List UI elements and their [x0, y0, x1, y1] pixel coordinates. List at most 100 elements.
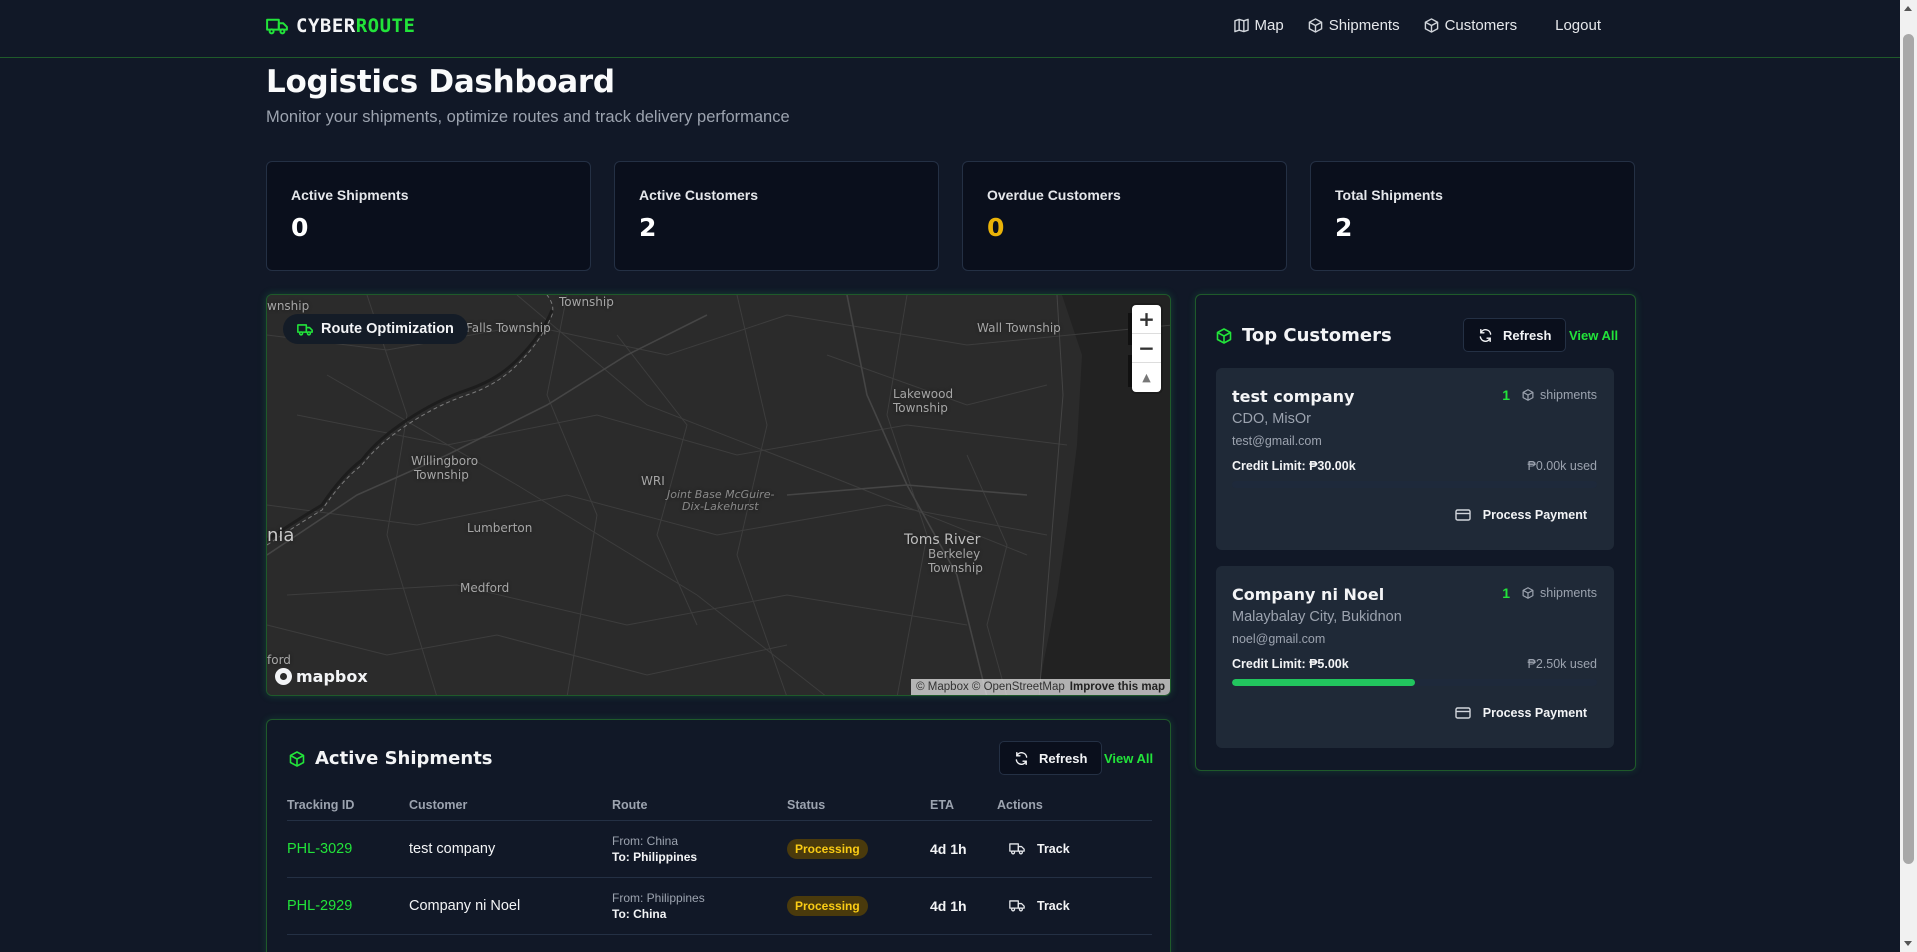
- customers-view-all-link[interactable]: View All: [1569, 328, 1618, 343]
- nav-link-label: Customers: [1444, 17, 1518, 34]
- nav-link-customers[interactable]: Customers: [1424, 17, 1518, 34]
- map-place-label: Falls Township: [466, 321, 551, 335]
- process-payment-button[interactable]: Process Payment: [1455, 508, 1587, 522]
- stat-label: Total Shipments: [1335, 187, 1443, 203]
- scroll-down-arrow-icon[interactable]: [1904, 941, 1912, 946]
- map-place-label: Medford: [460, 581, 510, 595]
- customer-name: test company: [1232, 387, 1355, 406]
- route-optimization-chip[interactable]: Route Optimization: [283, 314, 468, 344]
- refresh-icon: [1015, 751, 1028, 765]
- nav-link-map[interactable]: Map: [1233, 17, 1284, 34]
- status-badge: Processing: [787, 895, 868, 916]
- stat-value: 2: [1335, 213, 1353, 242]
- route-to: To: China: [612, 906, 667, 921]
- track-label: Track: [1037, 841, 1070, 856]
- track-button[interactable]: Track: [997, 899, 1152, 913]
- track-label: Track: [1037, 898, 1070, 913]
- box-icon: [1522, 587, 1534, 599]
- shipments-refresh-button[interactable]: Refresh: [999, 741, 1103, 775]
- brand-prefix: CYBER: [296, 15, 356, 37]
- stat-card-total-shipments: Total Shipments 2: [1310, 161, 1635, 271]
- route-cell: From: Philippines To: China: [612, 877, 787, 935]
- status-cell: Processing: [787, 877, 930, 935]
- map-place-label: Dix-Lakehurst: [682, 500, 759, 513]
- customer-email: noel@gmail.com: [1232, 632, 1326, 646]
- route-to: To: Philippines: [612, 849, 698, 864]
- customer-cell: test company: [409, 820, 612, 878]
- map-place-label: WRI: [641, 474, 665, 488]
- map-place-label: Wall Township: [977, 321, 1061, 335]
- zoom-in-button[interactable]: +: [1132, 305, 1161, 334]
- column-header: Actions: [997, 790, 1152, 821]
- map-place-label: Township: [928, 561, 983, 575]
- status-cell: Processing: [787, 820, 930, 878]
- credit-usage-fill: [1232, 679, 1415, 686]
- box-icon: [1424, 18, 1438, 33]
- zoom-out-button[interactable]: −: [1132, 334, 1161, 363]
- route-cell: From: China To: Philippines: [612, 820, 787, 878]
- refresh-label: Refresh: [1503, 327, 1552, 343]
- tracking-id-link[interactable]: PHL-2929: [287, 877, 409, 935]
- credit-card-icon: [1455, 509, 1471, 521]
- page-subtitle: Monitor your shipments, optimize routes …: [266, 108, 790, 126]
- map-zoom-controls: + − ▲: [1132, 305, 1161, 392]
- shipments-word: shipments: [1540, 586, 1597, 600]
- shipments-table: Tracking ID Customer Route Status ETA Ac…: [287, 790, 1152, 935]
- route-chip-label: Route Optimization: [321, 321, 454, 337]
- status-badge: Processing: [787, 838, 868, 859]
- eta-cell: 4d 1h: [930, 877, 997, 935]
- credit-limit-label: Credit Limit: ₱5.00k: [1232, 657, 1349, 671]
- map-place-label: ford: [267, 653, 291, 667]
- shipment-count-value: 1: [1502, 585, 1511, 601]
- top-customers-panel: Top Customers Refresh View All test comp…: [1195, 294, 1636, 771]
- compass-icon[interactable]: ▲: [1132, 363, 1161, 392]
- column-header: Tracking ID: [287, 790, 409, 821]
- customer-card[interactable]: Company ni Noel 1 shipments Malaybalay C…: [1216, 566, 1614, 748]
- customers-refresh-button[interactable]: Refresh: [1463, 318, 1567, 352]
- route-from: From: China: [612, 833, 679, 848]
- map-place-label: Township: [414, 468, 469, 482]
- stat-value: 0: [291, 213, 309, 242]
- truck-icon: [297, 323, 313, 336]
- shipments-view-all-link[interactable]: View All: [1104, 751, 1153, 766]
- mapbox-logo[interactable]: mapbox: [275, 667, 368, 686]
- logout-button[interactable]: Logout: [1555, 17, 1601, 34]
- stat-label: Active Customers: [639, 187, 759, 203]
- customer-shipment-count: 1 shipments: [1502, 585, 1597, 601]
- customer-location: CDO, MisOr: [1232, 411, 1311, 427]
- mapbox-logo-icon: [275, 668, 292, 685]
- table-row: PHL-2929 Company ni Noel From: Philippin…: [287, 877, 1152, 935]
- box-icon: [1522, 389, 1534, 401]
- stat-label: Overdue Customers: [987, 187, 1121, 203]
- credit-usage-bar: [1232, 679, 1597, 686]
- credit-used-label: ₱2.50k used: [1527, 657, 1598, 671]
- column-header: Status: [787, 790, 930, 821]
- column-header: ETA: [930, 790, 997, 821]
- route-map[interactable]: wnship Township Falls Township Wall Town…: [266, 294, 1171, 696]
- tracking-id-link[interactable]: PHL-3029: [287, 820, 409, 878]
- credit-limit-label: Credit Limit: ₱30.00k: [1232, 459, 1356, 473]
- truck-icon: [1009, 843, 1025, 855]
- nav-link-label: Shipments: [1328, 17, 1400, 34]
- scroll-up-arrow-icon[interactable]: [1904, 6, 1912, 11]
- credit-used-label: ₱0.00k used: [1527, 459, 1598, 473]
- page-scrollbar[interactable]: [1900, 0, 1917, 952]
- customer-name: Company ni Noel: [1232, 585, 1385, 604]
- track-button[interactable]: Track: [997, 842, 1152, 856]
- process-payment-button[interactable]: Process Payment: [1455, 706, 1587, 720]
- panel-title-text: Active Shipments: [315, 748, 493, 769]
- attribution-text[interactable]: © Mapbox © OpenStreetMap: [916, 681, 1065, 693]
- stat-card-active-customers: Active Customers 2: [614, 161, 939, 271]
- map-icon: [1233, 18, 1249, 33]
- improve-map-link[interactable]: Improve this map: [1070, 681, 1165, 693]
- customer-card[interactable]: test company 1 shipments CDO, MisOr test…: [1216, 368, 1614, 550]
- map-place-label: Berkeley: [928, 547, 981, 561]
- nav-links: Map Shipments Customers Logout: [1233, 17, 1601, 34]
- stat-card-overdue-customers: Overdue Customers 0: [962, 161, 1287, 271]
- brand-logo[interactable]: CYBERROUTE: [266, 15, 415, 37]
- panel-title-text: Top Customers: [1242, 325, 1392, 346]
- stat-value: 2: [639, 213, 657, 242]
- scrollbar-thumb[interactable]: [1903, 34, 1914, 864]
- table-header-row: Tracking ID Customer Route Status ETA Ac…: [287, 790, 1152, 821]
- nav-link-shipments[interactable]: Shipments: [1308, 17, 1400, 34]
